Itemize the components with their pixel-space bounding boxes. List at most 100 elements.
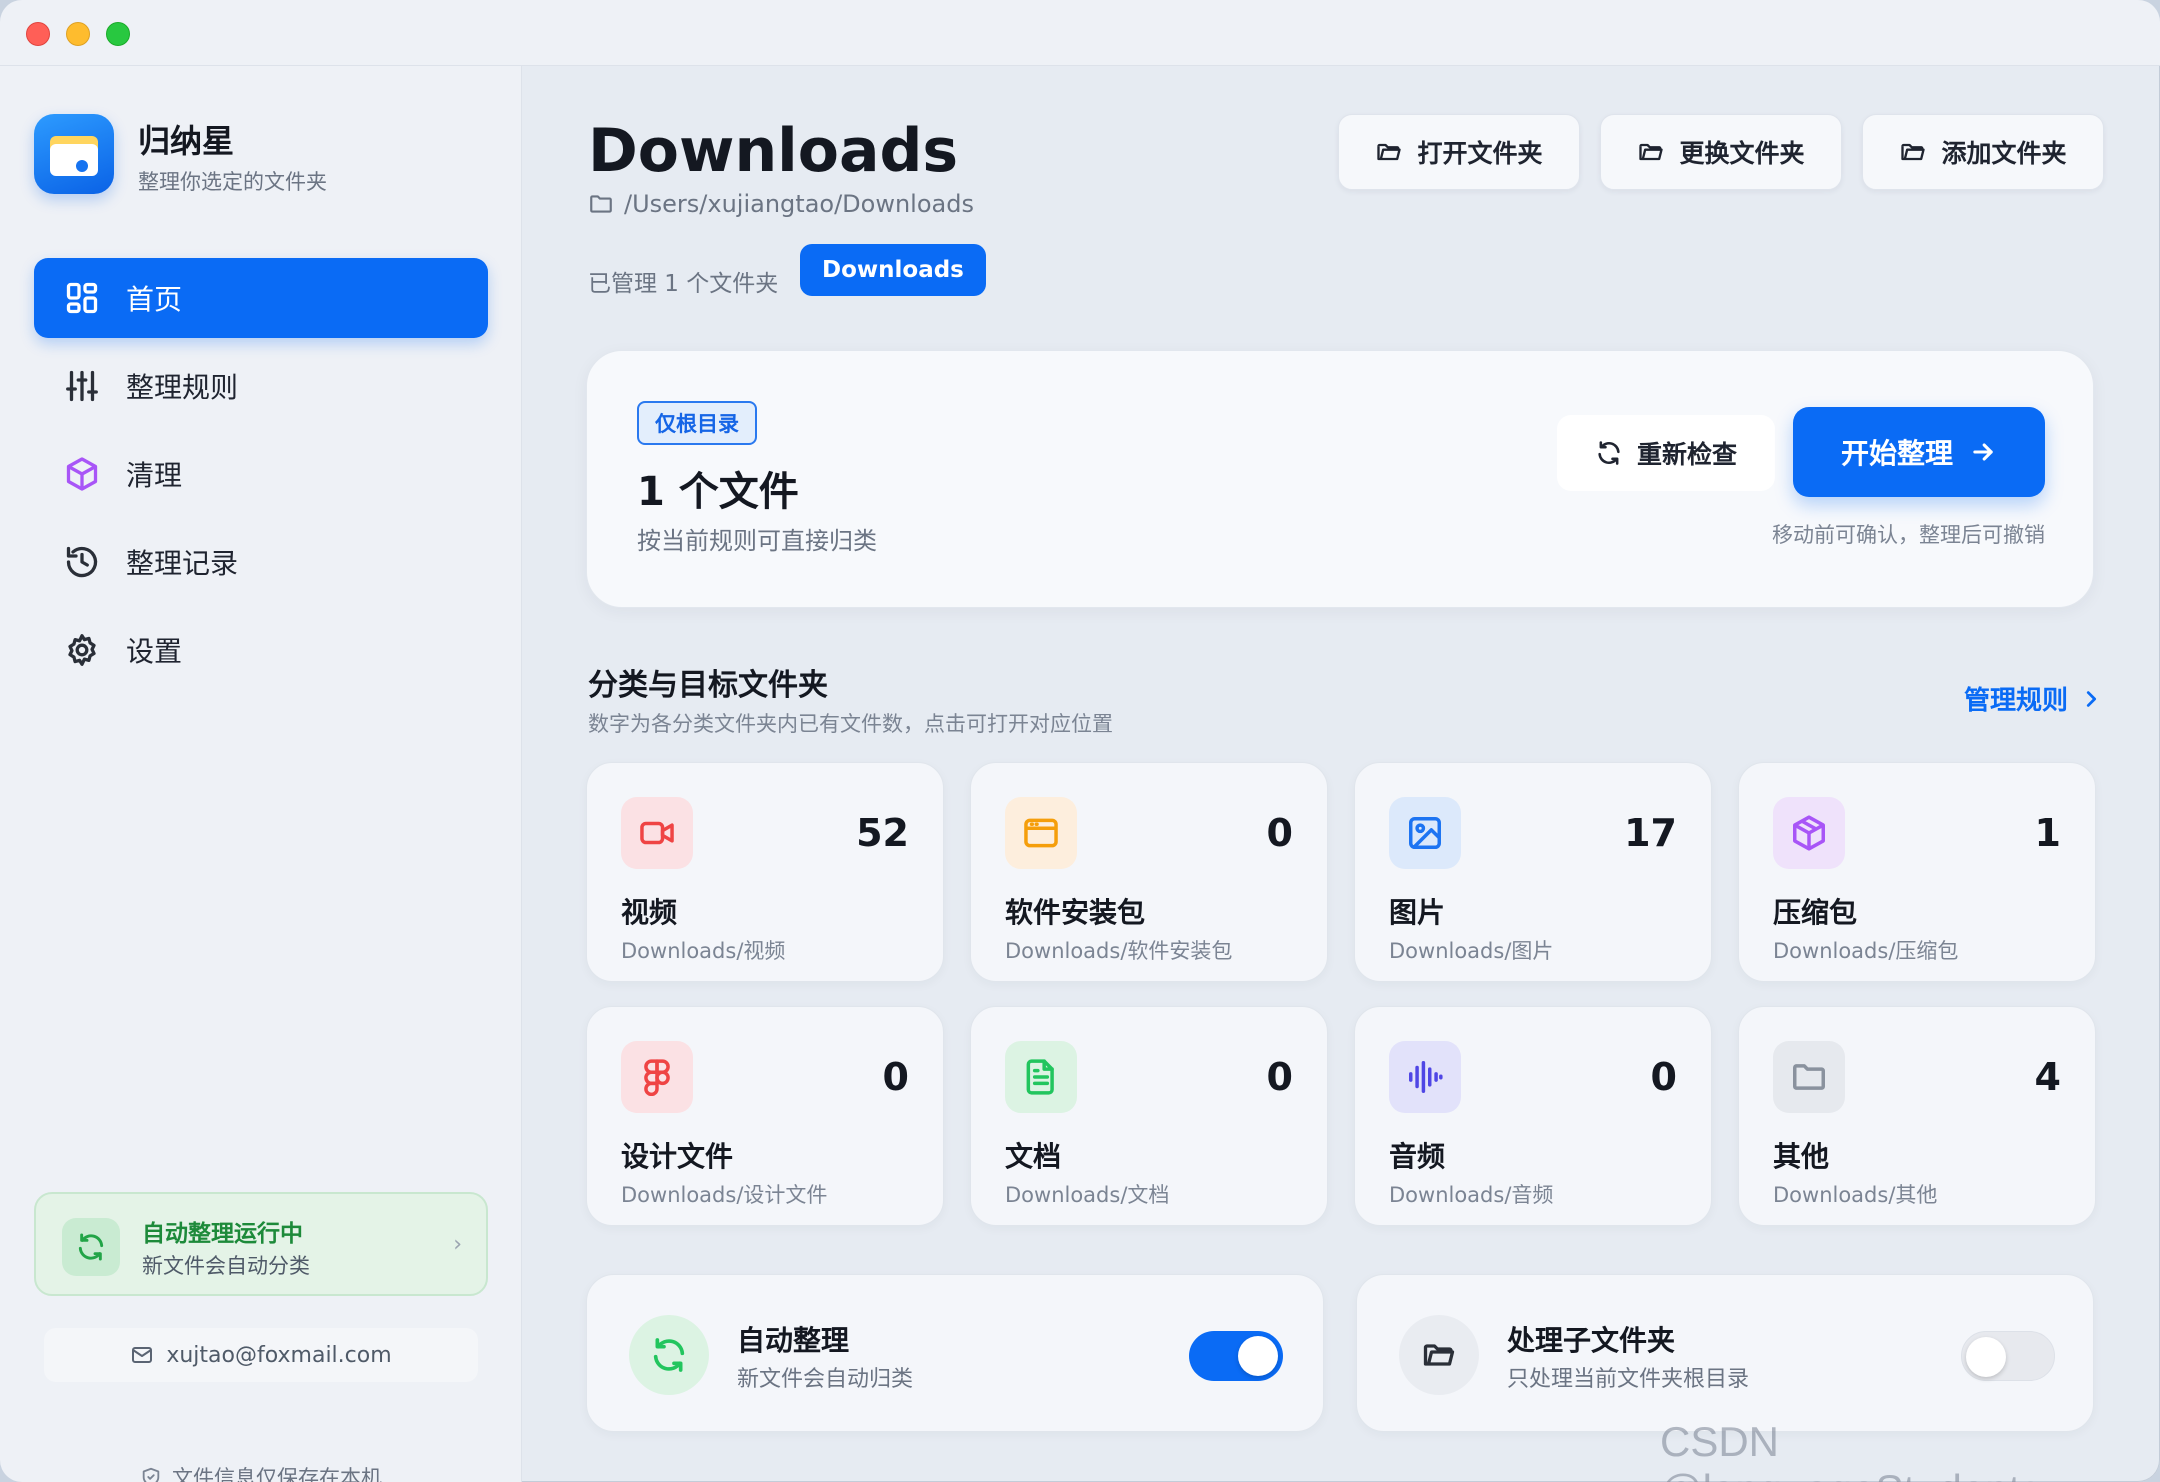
privacy-note: 文件信息仅保存在本机: [44, 1462, 478, 1482]
gear-icon: [64, 632, 100, 668]
category-name: 图片: [1389, 896, 1446, 929]
category-count: 52: [856, 811, 909, 855]
category-card-video[interactable]: 52 视频 Downloads/视频: [586, 762, 944, 982]
refresh-icon: [629, 1315, 709, 1395]
auto-status-subtitle: 新文件会自动分类: [142, 1254, 310, 1278]
toggle-title: 处理子文件夹: [1507, 1324, 1676, 1357]
box-icon: [64, 456, 100, 492]
category-card-audio[interactable]: 0 音频 Downloads/音频: [1354, 1006, 1712, 1226]
title-bar: [0, 0, 2160, 66]
sidebar-item-label: 整理规则: [126, 371, 239, 404]
sidebar-item-history[interactable]: 整理记录: [34, 522, 488, 602]
folder-path: /Users/xujiangtao/Downloads: [588, 190, 974, 218]
privacy-text: 文件信息仅保存在本机: [172, 1466, 382, 1482]
refresh-icon: [62, 1218, 120, 1276]
video-icon: [621, 797, 693, 869]
close-window-button[interactable]: [26, 22, 50, 46]
category-card-installer[interactable]: 0 软件安装包 Downloads/软件安装包: [970, 762, 1328, 982]
figma-icon: [621, 1041, 693, 1113]
image-icon: [1389, 797, 1461, 869]
category-name: 文档: [1005, 1140, 1062, 1173]
sidebar-item-clean[interactable]: 清理: [34, 434, 488, 514]
process-subfolders-switch[interactable]: [1961, 1331, 2055, 1381]
sidebar-item-settings[interactable]: 设置: [34, 610, 488, 690]
category-count: 0: [1650, 1055, 1677, 1099]
refresh-icon: [1595, 439, 1623, 467]
email-contact[interactable]: xujtao@foxmail.com: [44, 1328, 478, 1382]
chevron-right-icon: ›: [453, 1232, 462, 1257]
subfolder-toggle-card: 处理子文件夹 只处理当前文件夹根目录: [1356, 1274, 2094, 1432]
category-card-image[interactable]: 17 图片 Downloads/图片: [1354, 762, 1712, 982]
page-title: Downloads: [588, 116, 959, 186]
category-path: Downloads/音频: [1389, 1183, 1554, 1207]
manage-rules-link[interactable]: 管理规则: [1964, 680, 2102, 717]
category-count: 0: [1266, 811, 1293, 855]
grid-icon: [64, 280, 100, 316]
sidebar-item-label: 清理: [126, 459, 183, 492]
manage-rules-label: 管理规则: [1963, 686, 2068, 716]
category-path: Downloads/文档: [1005, 1183, 1170, 1207]
undo-note: 移动前可确认，整理后可撤销: [1772, 523, 2045, 547]
email-text: xujtao@foxmail.com: [166, 1342, 392, 1368]
toggle-subtitle: 新文件会自动归类: [737, 1367, 914, 1392]
category-name: 设计文件: [621, 1140, 734, 1173]
app-name: 归纳星: [138, 122, 235, 160]
category-path: Downloads/图片: [1389, 939, 1554, 963]
folder-chip-downloads[interactable]: Downloads: [800, 244, 986, 296]
category-name: 其他: [1773, 1140, 1830, 1173]
auto-organize-toggle-card: 自动整理 新文件会自动归类: [586, 1274, 1324, 1432]
category-name: 软件安装包: [1005, 896, 1146, 929]
folder-open-icon: [1375, 138, 1403, 166]
category-card-document[interactable]: 0 文档 Downloads/文档: [970, 1006, 1328, 1226]
arrow-right-icon: [1969, 438, 1997, 466]
root-only-badge: 仅根目录: [637, 401, 757, 445]
sidebar: 归纳星 整理你选定的文件夹 首页 整理规则 清理 整理记录 设置 自动整理运行中…: [0, 66, 522, 1482]
auto-organize-status-card[interactable]: 自动整理运行中 新文件会自动分类 ›: [34, 1192, 488, 1296]
package-icon: [1773, 797, 1845, 869]
watermark: CSDN @languageStudents: [1660, 1418, 2041, 1482]
app-window-icon: [1005, 797, 1077, 869]
category-count: 0: [1266, 1055, 1293, 1099]
auto-organize-switch[interactable]: [1189, 1331, 1283, 1381]
category-card-design[interactable]: 0 设计文件 Downloads/设计文件: [586, 1006, 944, 1226]
change-folder-button[interactable]: 更换文件夹: [1600, 114, 1842, 190]
section-title: 分类与目标文件夹: [588, 668, 828, 703]
category-card-other[interactable]: 4 其他 Downloads/其他: [1738, 1006, 2096, 1226]
sidebar-item-home[interactable]: 首页: [34, 258, 488, 338]
toggle-subtitle: 只处理当前文件夹根目录: [1507, 1367, 1750, 1392]
chevron-right-icon: [2080, 688, 2102, 710]
folder-icon: [1773, 1041, 1845, 1113]
category-path: Downloads/视频: [621, 939, 786, 963]
app-window: 归纳星 整理你选定的文件夹 首页 整理规则 清理 整理记录 设置 自动整理运行中…: [0, 0, 2160, 1482]
app-subtitle: 整理你选定的文件夹: [138, 170, 327, 194]
category-name: 压缩包: [1773, 896, 1858, 929]
recheck-button[interactable]: 重新检查: [1557, 415, 1775, 491]
category-count: 4: [2034, 1055, 2061, 1099]
auto-status-title: 自动整理运行中: [142, 1221, 303, 1247]
category-path: Downloads/软件安装包: [1005, 939, 1233, 963]
sidebar-item-label: 首页: [126, 283, 183, 316]
add-folder-label: 添加文件夹: [1941, 139, 2067, 168]
add-folder-button[interactable]: 添加文件夹: [1862, 114, 2104, 190]
folder-path-text: /Users/xujiangtao/Downloads: [624, 190, 974, 218]
change-folder-label: 更换文件夹: [1679, 139, 1805, 168]
zoom-window-button[interactable]: [106, 22, 130, 46]
category-count: 1: [2034, 811, 2061, 855]
start-organize-label: 开始整理: [1840, 437, 1953, 470]
category-card-archive[interactable]: 1 压缩包 Downloads/压缩包: [1738, 762, 2096, 982]
header-actions: 打开文件夹 更换文件夹 添加文件夹: [1318, 114, 2104, 190]
main-content: Downloads /Users/xujiangtao/Downloads 打开…: [522, 66, 2160, 1482]
sidebar-nav: 首页 整理规则 清理 整理记录 设置: [34, 258, 488, 698]
minimize-window-button[interactable]: [66, 22, 90, 46]
sidebar-item-label: 设置: [126, 635, 183, 668]
category-path: Downloads/压缩包: [1773, 939, 1959, 963]
start-organize-button[interactable]: 开始整理: [1793, 407, 2045, 497]
folder-open-icon: [1399, 1315, 1479, 1395]
sidebar-item-label: 整理记录: [126, 547, 239, 580]
file-count: 1 个文件: [637, 469, 799, 515]
recheck-label: 重新检查: [1636, 440, 1737, 469]
sidebar-item-rules[interactable]: 整理规则: [34, 346, 488, 426]
audio-wave-icon: [1389, 1041, 1461, 1113]
open-folder-button[interactable]: 打开文件夹: [1338, 114, 1580, 190]
summary-description: 按当前规则可直接归类: [637, 527, 877, 555]
